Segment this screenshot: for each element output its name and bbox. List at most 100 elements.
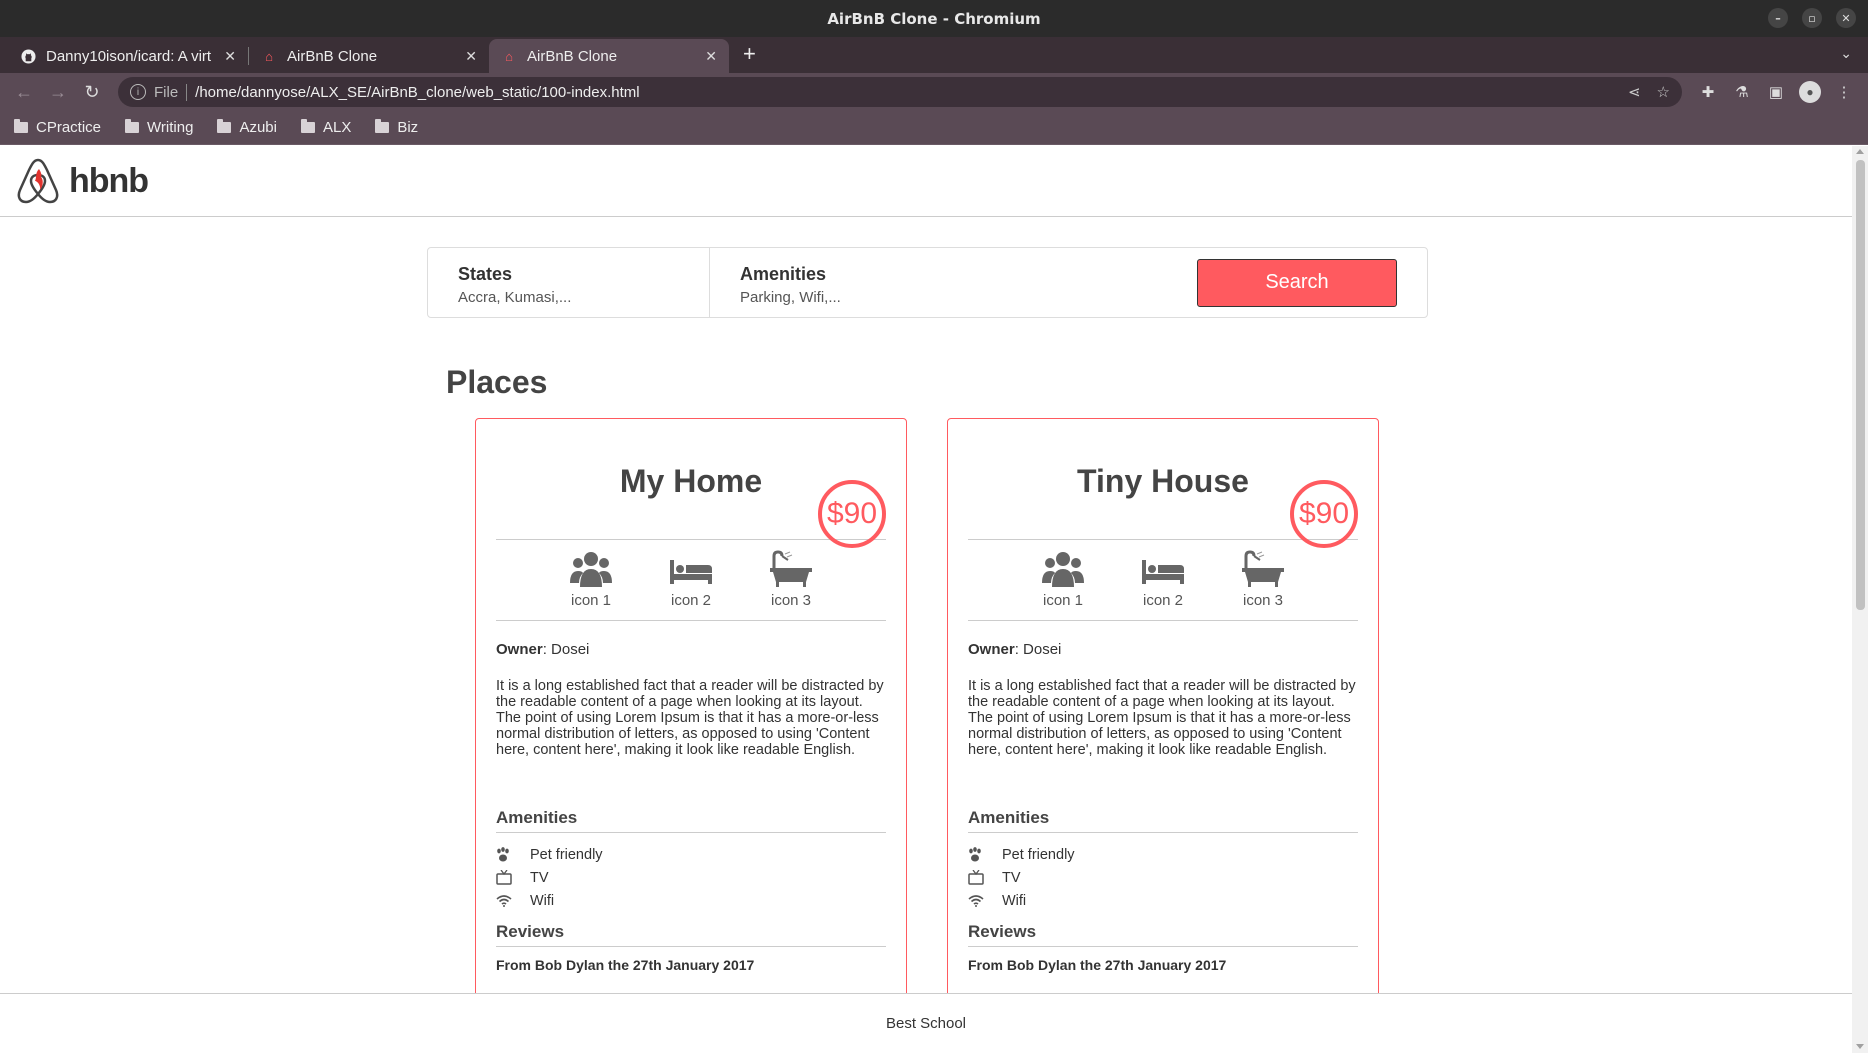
list-item: TV [968, 866, 1358, 889]
place-description: It is a long established fact that a rea… [496, 678, 884, 758]
wifi-icon [496, 894, 530, 907]
group-icon [1042, 552, 1084, 587]
bookmark-label: Azubi [239, 119, 277, 136]
bookmarks-bar: CPractice Writing Azubi ALX Biz [0, 111, 1868, 145]
bookmark-label: Biz [397, 119, 419, 136]
place-card: My Home $90 icon 1 icon 2 icon 3 Owner: … [475, 418, 907, 1053]
amenities-filter-title: Amenities [740, 264, 827, 284]
tab-close-icon[interactable]: ✕ [705, 48, 717, 65]
search-button[interactable]: Search [1197, 258, 1397, 307]
bookmark-label: CPractice [36, 119, 102, 136]
guests-info: icon 1 [561, 550, 621, 620]
bookmark-star-icon[interactable]: ☆ [1657, 83, 1670, 101]
browser-toolbar: ← → ↻ i File /home/dannyose/ALX_SE/AirBn… [0, 73, 1868, 111]
list-item: Pet friendly [968, 843, 1358, 866]
bathrooms-info: icon 3 [761, 550, 821, 620]
bookmark-label: Writing [147, 119, 194, 136]
airbnb-logo-icon [17, 158, 59, 204]
amenity-label: TV [1002, 869, 1021, 886]
amenity-label: Pet friendly [530, 846, 603, 863]
tab-github[interactable]: Danny10ison/icard: A virt ✕ [8, 39, 248, 73]
amenities-heading: Amenities [968, 808, 1358, 833]
guests-info: icon 1 [1033, 550, 1093, 620]
owner-line: Owner: Dosei [496, 641, 886, 658]
github-icon [20, 48, 36, 64]
owner-label: Owner [968, 641, 1015, 658]
folder-icon [125, 119, 140, 133]
tv-icon [496, 870, 530, 885]
bookmark-folder[interactable]: Biz [375, 119, 418, 136]
extensions-puzzle-icon[interactable]: ✚ [1694, 78, 1722, 106]
labs-flask-icon[interactable]: ⚗ [1728, 78, 1756, 106]
info-label: icon 2 [670, 592, 712, 609]
place-description: It is a long established fact that a rea… [968, 678, 1356, 758]
scroll-down-arrow-icon[interactable] [1856, 1044, 1864, 1049]
amenity-label: Pet friendly [1002, 846, 1075, 863]
side-panel-icon[interactable]: ▣ [1762, 78, 1790, 106]
review-author: From Bob Dylan the 27th January 2017 [968, 957, 1227, 973]
reviews-heading: Reviews [496, 922, 886, 947]
states-filter[interactable]: States Accra, Kumasi,... [428, 248, 710, 317]
new-tab-button[interactable]: + [729, 41, 770, 73]
menu-kebab-icon[interactable]: ⋮ [1830, 78, 1858, 106]
amenities-list: Pet friendly TV Wifi [968, 843, 1358, 912]
info-label: icon 3 [1242, 592, 1284, 609]
back-button[interactable]: ← [10, 78, 38, 106]
reload-button[interactable]: ↻ [78, 78, 106, 106]
bathtub-icon [770, 550, 812, 587]
price-badge: $90 [818, 480, 886, 548]
tab-title: AirBnB Clone [287, 47, 378, 65]
share-icon[interactable]: ⋖ [1628, 83, 1641, 101]
tab-search-chevron-icon[interactable]: ⌄ [1840, 45, 1852, 62]
site-info-icon[interactable]: i [130, 84, 146, 100]
bedrooms-info: icon 2 [661, 550, 721, 620]
bed-icon [670, 560, 712, 584]
tv-icon [968, 870, 1002, 885]
info-label: icon 2 [1142, 592, 1184, 609]
window-title: AirBnB Clone - Chromium [827, 9, 1041, 28]
bookmark-folder[interactable]: Azubi [217, 119, 277, 136]
url-text[interactable]: /home/dannyose/ALX_SE/AirBnB_clone/web_s… [195, 84, 1612, 101]
amenity-label: Wifi [530, 892, 555, 909]
close-window-button[interactable]: ✕ [1836, 8, 1856, 28]
amenity-label: Wifi [1002, 892, 1027, 909]
place-card: Tiny House $90 icon 1 icon 2 icon 3 Owne… [947, 418, 1379, 1053]
bathrooms-info: icon 3 [1233, 550, 1293, 620]
owner-name: : Dosei [542, 641, 590, 658]
bookmark-folder[interactable]: ALX [300, 119, 351, 136]
scrollbar-thumb[interactable] [1856, 160, 1865, 610]
reviews-heading: Reviews [968, 922, 1358, 947]
states-filter-title: States [458, 264, 513, 284]
site-logo[interactable]: hbnb [15, 157, 149, 205]
paw-icon [968, 846, 1002, 863]
bookmark-folder[interactable]: Writing [125, 119, 193, 136]
wifi-icon [968, 894, 1002, 907]
place-info-row: icon 1 icon 2 icon 3 [496, 539, 886, 621]
price-badge: $90 [1290, 480, 1358, 548]
tab-airbnb-clone-active[interactable]: ⌂ AirBnB Clone ✕ [489, 39, 729, 73]
owner-name: : Dosei [1014, 641, 1062, 658]
amenities-heading: Amenities [496, 808, 886, 833]
folder-icon [14, 119, 28, 133]
amenities-filter[interactable]: Amenities Parking, Wifi,... [710, 248, 1197, 317]
forward-button[interactable]: → [44, 78, 72, 106]
airbnb-favicon-icon: ⌂ [265, 48, 273, 64]
tab-close-icon[interactable]: ✕ [224, 48, 236, 65]
list-item: TV [496, 866, 886, 889]
bathtub-icon [1242, 550, 1284, 587]
list-item: Wifi [968, 889, 1358, 912]
list-item: Pet friendly [496, 843, 886, 866]
page-scrollbar[interactable] [1852, 146, 1868, 1053]
tab-airbnb-clone[interactable]: ⌂ AirBnB Clone ✕ [249, 39, 489, 73]
scroll-up-arrow-icon[interactable] [1856, 149, 1864, 154]
amenities-list: Pet friendly TV Wifi [496, 843, 886, 912]
profile-button[interactable]: ● [1796, 78, 1824, 106]
maximize-button[interactable]: ▫ [1802, 8, 1822, 28]
tab-close-icon[interactable]: ✕ [465, 48, 477, 65]
minimize-button[interactable]: – [1768, 8, 1788, 28]
states-filter-value: Accra, Kumasi,... [458, 289, 572, 306]
page-viewport: hbnb States Accra, Kumasi,... Amenities … [0, 146, 1852, 1053]
owner-line: Owner: Dosei [968, 641, 1358, 658]
bookmark-folder[interactable]: CPractice [14, 119, 101, 136]
address-bar[interactable]: i File /home/dannyose/ALX_SE/AirBnB_clon… [118, 77, 1682, 107]
